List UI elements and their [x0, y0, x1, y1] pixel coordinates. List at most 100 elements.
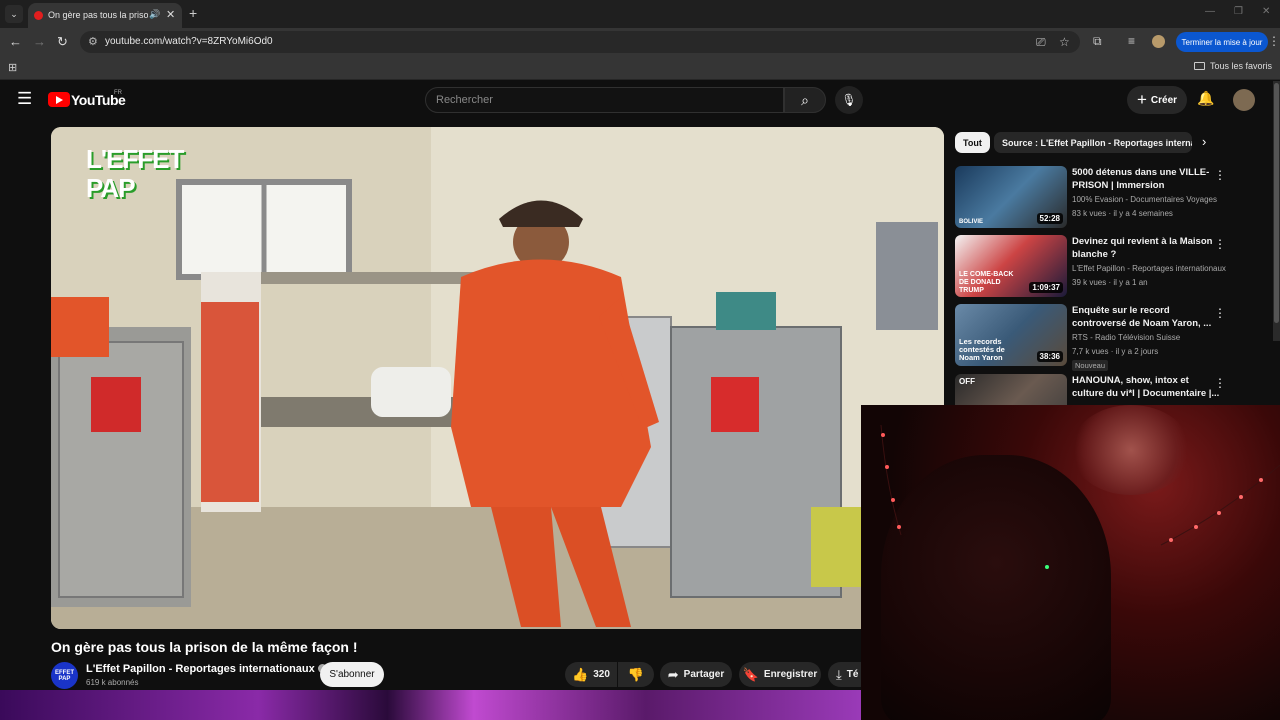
video-duration: 38:36 — [1036, 351, 1063, 362]
recommendation-item[interactable]: Les records contestés de Noam Yaron 38:3… — [955, 304, 1230, 371]
url-text[interactable]: youtube.com/watch?v=8ZRYoMi6Od0 — [105, 36, 273, 47]
site-info-icon[interactable]: ⚙ — [88, 35, 98, 48]
search-button[interactable]: ⌕ — [784, 87, 826, 113]
recommendation-channel[interactable]: RTS - Radio Télévision Suisse — [1072, 333, 1227, 342]
new-badge: Nouveau — [1072, 360, 1109, 371]
thumbnail-caption: LE COME-BACK DE DONALD TRUMP — [959, 271, 1014, 294]
new-tab-icon[interactable]: + — [189, 5, 197, 21]
channel-watermark-logo: L'EFFET PAP — [86, 144, 184, 203]
webcam-overlay — [861, 405, 1280, 720]
speaker-icon[interactable]: 🔊 — [149, 9, 160, 20]
channel-name[interactable]: L'Effet Papillon - Reportages internatio… — [86, 663, 327, 675]
recommendation-title[interactable]: Enquête sur le record controversé de Noa… — [1072, 304, 1222, 330]
profile-icon[interactable] — [1152, 35, 1165, 48]
recommendation-item[interactable]: LE COME-BACK DE DONALD TRUMP 1:09:37 Dev… — [955, 235, 1230, 299]
minimize-icon[interactable]: — — [1205, 6, 1215, 17]
more-actions-icon[interactable]: ⋮ — [1214, 376, 1226, 390]
video-title: On gère pas tous la prison de la même fa… — [51, 639, 358, 655]
recommendation-meta: 39 k vues · il y a 1 an — [1072, 278, 1148, 287]
more-actions-icon[interactable]: ⋮ — [1214, 306, 1226, 320]
like-button[interactable]: 👍 320 — [565, 662, 617, 687]
chip-source[interactable]: Source : L'Effet Papillon - Reportages i… — [994, 132, 1192, 153]
apps-grid-icon[interactable]: ⊞ — [8, 61, 17, 74]
create-label: Créer — [1150, 94, 1178, 106]
voice-search-button[interactable]: 🎙 — [835, 86, 863, 114]
video-duration: 52:28 — [1036, 213, 1063, 224]
bookmark-star-icon[interactable]: ☆ — [1059, 35, 1070, 49]
youtube-favicon-icon — [34, 11, 43, 20]
bookmarks-bar: ⊞ Tous les favoris — [0, 56, 1280, 80]
subscribe-button[interactable]: S'abonner — [320, 662, 384, 687]
chip-all[interactable]: Tout — [955, 132, 990, 153]
share-button[interactable]: ➦ Partager — [660, 662, 732, 687]
youtube-header: ☰ YouTube FR Rechercher ⌕ 🎙 + Créer 🔔 — [0, 81, 1280, 121]
browser-menu-icon[interactable]: ⋮ — [1268, 34, 1280, 48]
recommendation-item[interactable]: BOLIVIE 52:28 5000 détenus dans une VILL… — [955, 166, 1230, 230]
share-arrow-icon: ➦ — [667, 666, 679, 682]
extensions-icon[interactable]: ⧉ — [1093, 34, 1102, 49]
channel-avatar[interactable]: EFFET PAP — [51, 662, 78, 689]
download-button[interactable]: ⤓ Té — [828, 662, 861, 687]
search-input[interactable]: Rechercher — [425, 87, 784, 113]
save-button[interactable]: 🔖 Enregistrer — [739, 662, 821, 687]
browser-tab-bar: ⌄ On gère pas tous la prison 🔊 ✕ + — ❐ ✕ — [0, 0, 1280, 28]
share-label: Partager — [683, 669, 725, 680]
folder-icon — [1193, 62, 1205, 70]
video-thumbnail[interactable]: BOLIVIE 52:28 — [955, 166, 1067, 228]
hamburger-menu-icon[interactable]: ☰ — [17, 89, 32, 109]
recommendation-item[interactable]: OFF HANOUNA, show, intox et culture du v… — [955, 374, 1230, 405]
notifications-bell-icon[interactable]: 🔔 — [1197, 90, 1214, 107]
back-icon[interactable]: ← — [9, 34, 22, 49]
plus-icon: + — [1136, 90, 1147, 109]
bookmark-icon: 🔖 — [742, 666, 759, 682]
country-code: FR — [114, 90, 122, 96]
thumbnail-caption: Les records contestés de Noam Yaron — [959, 337, 1005, 362]
omnibox[interactable]: ⚙ youtube.com/watch?v=8ZRYoMi6Od0 ⎚ ☆ — [80, 31, 1080, 53]
page-scrollbar[interactable] — [1273, 81, 1280, 341]
thumbs-up-icon: 👍 — [572, 666, 589, 682]
video-thumbnail[interactable]: Les records contestés de Noam Yaron 38:3… — [955, 304, 1067, 366]
subscriber-count: 619 k abonnés — [86, 678, 139, 687]
restore-icon[interactable]: ❐ — [1234, 6, 1243, 17]
video-thumbnail[interactable]: OFF — [955, 374, 1067, 405]
all-bookmarks-button[interactable]: Tous les favoris — [1193, 61, 1272, 71]
all-bookmarks-label: Tous les favoris — [1209, 61, 1272, 71]
install-app-icon[interactable]: ⎚ — [1036, 35, 1046, 50]
channel-name-text[interactable]: L'Effet Papillon - Reportages internatio… — [86, 663, 315, 675]
scrollbar-thumb[interactable] — [1274, 83, 1279, 323]
account-avatar[interactable] — [1233, 89, 1255, 111]
thumbnail-caption: OFF — [959, 377, 975, 386]
reload-icon[interactable]: ↻ — [57, 34, 68, 50]
thumbs-down-icon: 👎 — [627, 666, 645, 682]
forward-icon[interactable]: → — [33, 34, 46, 49]
recommendation-title[interactable]: HANOUNA, show, intox et culture du vi*l … — [1072, 374, 1222, 400]
download-icon: ⤓ — [836, 666, 842, 682]
recommendation-title[interactable]: 5000 détenus dans une VILLE-PRISON | Imm… — [1072, 166, 1222, 192]
recommendation-channel[interactable]: L'Effet Papillon - Reportages internatio… — [1072, 264, 1227, 273]
close-tab-icon[interactable]: ✕ — [166, 8, 175, 21]
like-count: 320 — [593, 669, 610, 680]
recommendation-title[interactable]: Devinez qui revient à la Maison blanche … — [1072, 235, 1222, 261]
close-window-icon[interactable]: ✕ — [1262, 6, 1270, 17]
more-actions-icon[interactable]: ⋮ — [1214, 168, 1226, 182]
browser-tab[interactable]: On gère pas tous la prison 🔊 ✕ — [28, 3, 182, 28]
overlay-strip — [0, 690, 861, 720]
recommendation-meta: 83 k vues · il y a 4 semaines — [1072, 209, 1173, 218]
more-actions-icon[interactable]: ⋮ — [1214, 237, 1226, 251]
reading-list-icon[interactable]: ≡ — [1128, 34, 1135, 48]
video-thumbnail[interactable]: LE COME-BACK DE DONALD TRUMP 1:09:37 — [955, 235, 1067, 297]
youtube-logo-icon[interactable] — [48, 92, 70, 107]
video-frame — [51, 127, 944, 629]
thumbnail-caption: BOLIVIE — [959, 219, 984, 225]
search-placeholder: Rechercher — [436, 94, 493, 106]
update-button[interactable]: Terminer la mise à jour — [1176, 32, 1268, 52]
chevron-right-icon[interactable]: › — [1202, 134, 1206, 149]
save-label: Enregistrer — [763, 669, 818, 680]
create-button[interactable]: + Créer — [1127, 86, 1187, 114]
recommendation-meta: 7,7 k vues · il y a 2 jours — [1072, 347, 1159, 356]
dislike-button[interactable]: 👎 — [618, 662, 654, 687]
video-player[interactable]: L'EFFET PAP — [51, 127, 944, 629]
address-bar: ← → ↻ ⚙ youtube.com/watch?v=8ZRYoMi6Od0 … — [0, 28, 1280, 56]
tab-search-icon[interactable]: ⌄ — [5, 5, 23, 23]
recommendation-channel[interactable]: 100% Evasion - Documentaires Voyages — [1072, 195, 1227, 204]
